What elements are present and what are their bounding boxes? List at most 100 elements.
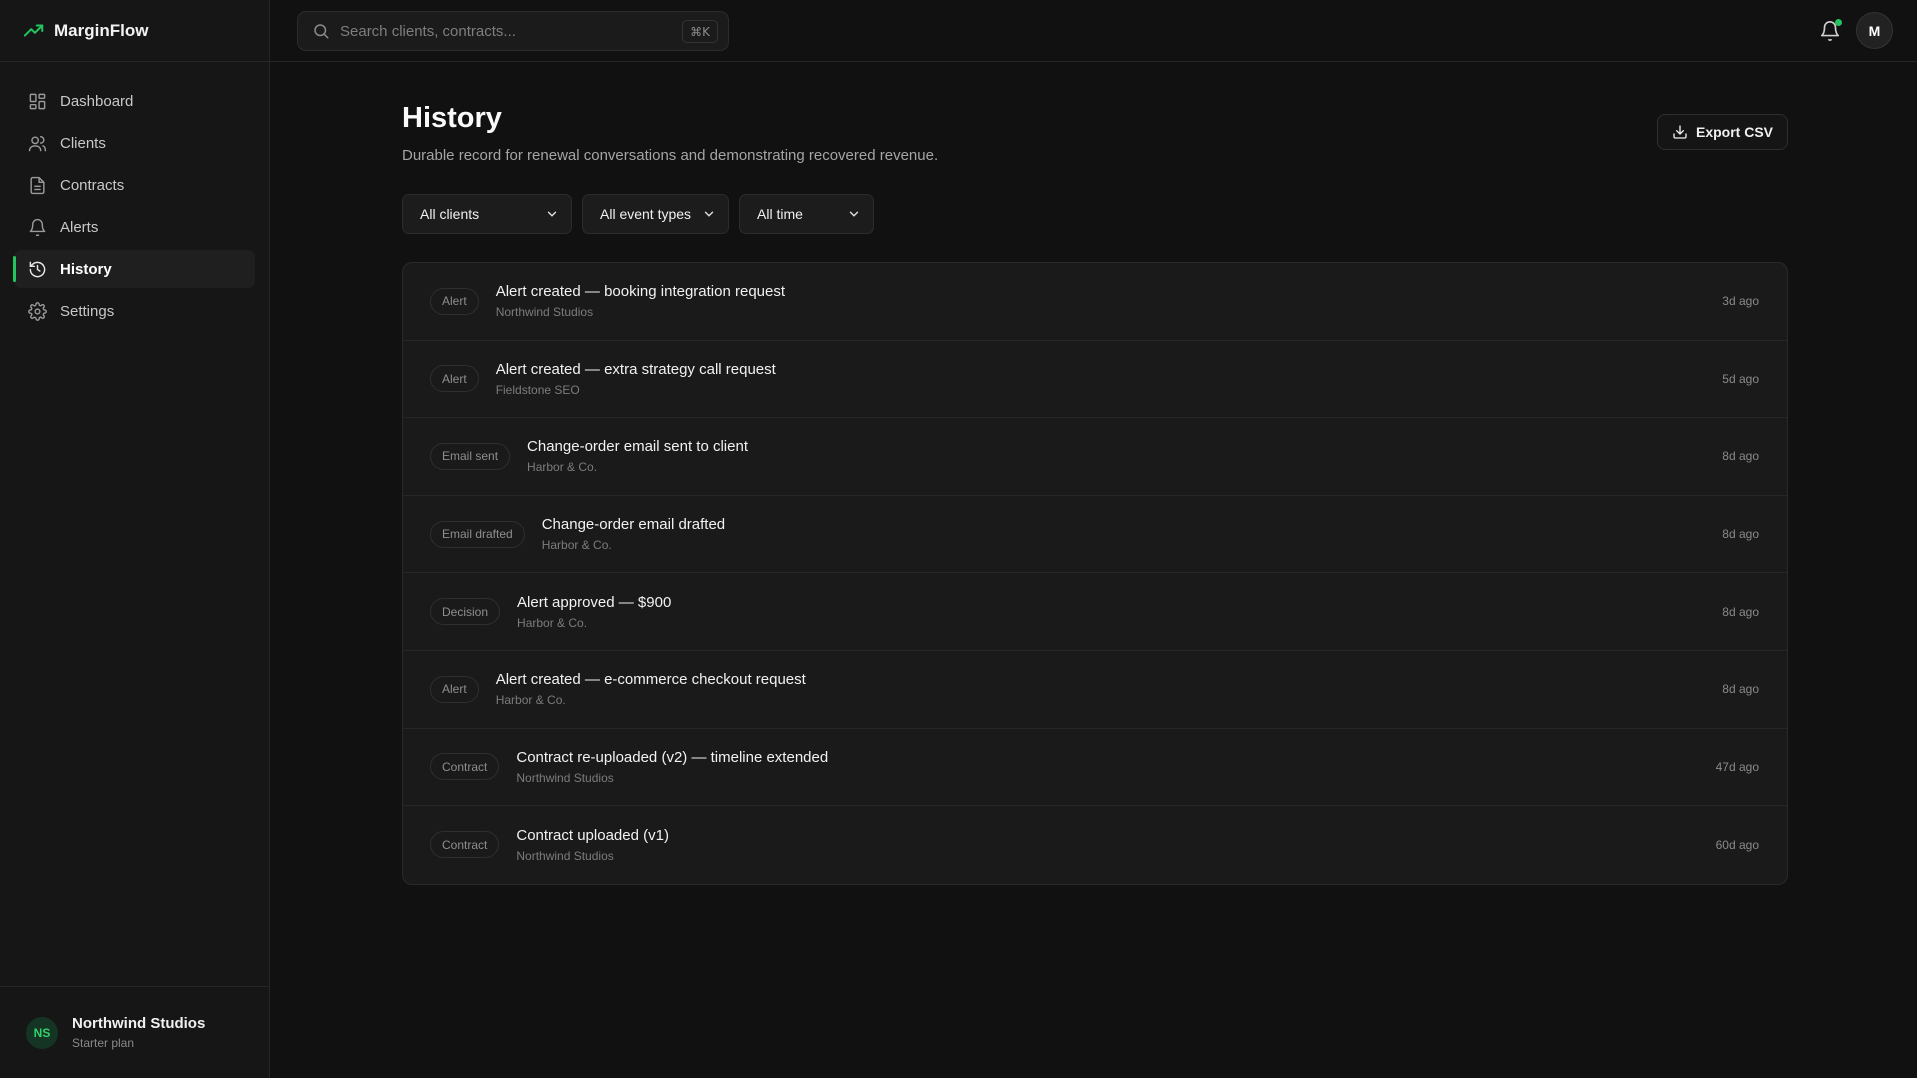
account-info: Northwind Studios Starter plan <box>72 1015 205 1050</box>
event-type-filter-select[interactable]: All event types <box>582 194 729 234</box>
account-switcher[interactable]: NS Northwind Studios Starter plan <box>0 986 270 1078</box>
history-row[interactable]: Alert Alert created — booking integratio… <box>403 263 1787 341</box>
export-csv-button[interactable]: Export CSV <box>1656 114 1788 150</box>
sidebar-item-contracts[interactable]: Contracts <box>14 166 255 204</box>
chevron-down-icon <box>849 211 859 217</box>
event-client: Northwind Studios <box>516 770 614 785</box>
account-name: Northwind Studios <box>72 1015 206 1032</box>
account-avatar: NS <box>26 1016 58 1049</box>
gear-icon <box>28 301 47 321</box>
event-text: Alert approved — $900 Harbor & Co. <box>517 594 671 630</box>
grid-icon <box>29 93 46 109</box>
event-client: Northwind Studios <box>516 848 614 863</box>
notifications-button[interactable] <box>1819 19 1842 42</box>
account-plan: Starter plan <box>72 1036 135 1050</box>
event-type-badge: Email sent <box>430 442 511 470</box>
history-row[interactable]: Contract Contract uploaded (v1) Northwin… <box>403 806 1787 884</box>
search-icon <box>314 24 329 39</box>
page-subtitle: Durable record for renewal conversations… <box>402 147 939 164</box>
search-shortcut: ⌘K <box>682 20 718 43</box>
event-type-badge: Alert <box>430 675 479 703</box>
main-content: History Durable record for renewal conve… <box>402 62 1788 885</box>
sidebar-item-history[interactable]: History <box>13 250 255 288</box>
event-time: 3d ago <box>1722 294 1759 309</box>
event-time: 5d ago <box>1722 371 1759 386</box>
event-client: Harbor & Co. <box>527 460 598 475</box>
event-text: Alert created — booking integration requ… <box>496 283 785 319</box>
history-row[interactable]: Alert Alert created — e-commerce checkou… <box>403 651 1787 729</box>
sidebar-item-label: Alerts <box>60 218 99 236</box>
event-type-filter-value: All event types <box>600 206 692 222</box>
event-title: Change-order email sent to client <box>527 438 748 456</box>
user-avatar[interactable]: M <box>1856 12 1893 49</box>
event-title: Alert created — extra strategy call requ… <box>495 360 776 378</box>
page-title: History <box>402 102 502 134</box>
bell-icon <box>29 218 46 236</box>
event-client: Harbor & Co. <box>517 615 588 630</box>
sidebar-item-dashboard[interactable]: Dashboard <box>14 82 255 120</box>
sidebar-nav: Dashboard Clients Contracts Alerts Histo… <box>0 62 269 330</box>
event-time: 8d ago <box>1722 604 1759 619</box>
topbar: ⌘K M <box>270 0 1917 62</box>
export-csv-label: Export CSV <box>1695 124 1773 140</box>
file-text-icon <box>30 176 45 194</box>
event-text: Contract uploaded (v1) Northwind Studios <box>516 827 669 863</box>
chevron-down-icon <box>547 211 557 217</box>
history-row[interactable]: Alert Alert created — extra strategy cal… <box>403 341 1787 419</box>
event-type-badge: Alert <box>430 287 479 315</box>
history-row[interactable]: Email drafted Change-order email drafted… <box>403 496 1787 574</box>
event-time: 47d ago <box>1715 759 1759 774</box>
filters: All clients All event types All time <box>402 194 1788 234</box>
event-client: Fieldstone SEO <box>495 382 580 397</box>
event-time: 8d ago <box>1722 449 1759 464</box>
history-row[interactable]: Email sent Change-order email sent to cl… <box>403 418 1787 496</box>
sidebar-item-alerts[interactable]: Alerts <box>14 208 255 246</box>
event-text: Alert created — extra strategy call requ… <box>496 361 776 397</box>
sidebar-item-clients[interactable]: Clients <box>14 124 255 162</box>
sidebar-item-label: Settings <box>60 302 115 320</box>
event-time: 8d ago <box>1722 527 1759 542</box>
history-row[interactable]: Decision Alert approved — $900 Harbor & … <box>403 573 1787 651</box>
event-title: Contract uploaded (v1) <box>516 826 669 844</box>
search-input[interactable] <box>340 22 670 40</box>
sidebar-item-label: Clients <box>60 134 106 152</box>
event-type-badge: Alert <box>430 365 479 393</box>
event-type-badge: Contract <box>430 831 500 859</box>
chevron-down-icon <box>704 211 714 217</box>
notification-dot <box>1835 19 1842 26</box>
event-type-badge: Email drafted <box>430 520 525 548</box>
event-text: Change-order email drafted Harbor & Co. <box>542 516 725 552</box>
history-row[interactable]: Contract Contract re-uploaded (v2) — tim… <box>403 729 1787 807</box>
client-filter-value: All clients <box>420 206 480 222</box>
event-text: Alert created — e-commerce checkout requ… <box>496 671 806 707</box>
event-type-badge: Contract <box>430 753 500 781</box>
sidebar-item-settings[interactable]: Settings <box>14 292 255 330</box>
history-icon <box>29 261 46 277</box>
event-client: Harbor & Co. <box>541 538 612 553</box>
history-list: Alert Alert created — booking integratio… <box>402 262 1788 885</box>
brand-name: MarginFlow <box>54 20 149 40</box>
event-text: Contract re-uploaded (v2) — timeline ext… <box>516 749 828 785</box>
brand[interactable]: MarginFlow <box>0 0 269 62</box>
event-time: 8d ago <box>1722 682 1759 697</box>
event-client: Northwind Studios <box>495 305 594 320</box>
time-filter-value: All time <box>757 206 803 222</box>
event-title: Change-order email drafted <box>541 516 726 534</box>
event-client: Harbor & Co. <box>495 693 566 708</box>
sidebar-item-label: Dashboard <box>60 92 134 110</box>
sidebar: MarginFlow Dashboard Clients Contracts A… <box>0 0 270 1078</box>
users-icon <box>28 135 47 151</box>
time-filter-select[interactable]: All time <box>739 194 874 234</box>
download-icon <box>1673 125 1687 139</box>
event-title: Alert created — booking integration requ… <box>495 283 786 301</box>
trending-up-icon <box>23 23 44 37</box>
sidebar-item-label: History <box>60 260 112 278</box>
client-filter-select[interactable]: All clients <box>402 194 572 234</box>
event-title: Alert created — e-commerce checkout requ… <box>495 671 806 689</box>
event-title: Contract re-uploaded (v2) — timeline ext… <box>516 748 829 766</box>
search-box[interactable]: ⌘K <box>297 11 729 51</box>
event-time: 60d ago <box>1715 837 1759 852</box>
event-type-badge: Decision <box>430 598 501 626</box>
event-text: Change-order email sent to client Harbor… <box>527 438 748 474</box>
event-title: Alert approved — $900 <box>517 593 672 611</box>
